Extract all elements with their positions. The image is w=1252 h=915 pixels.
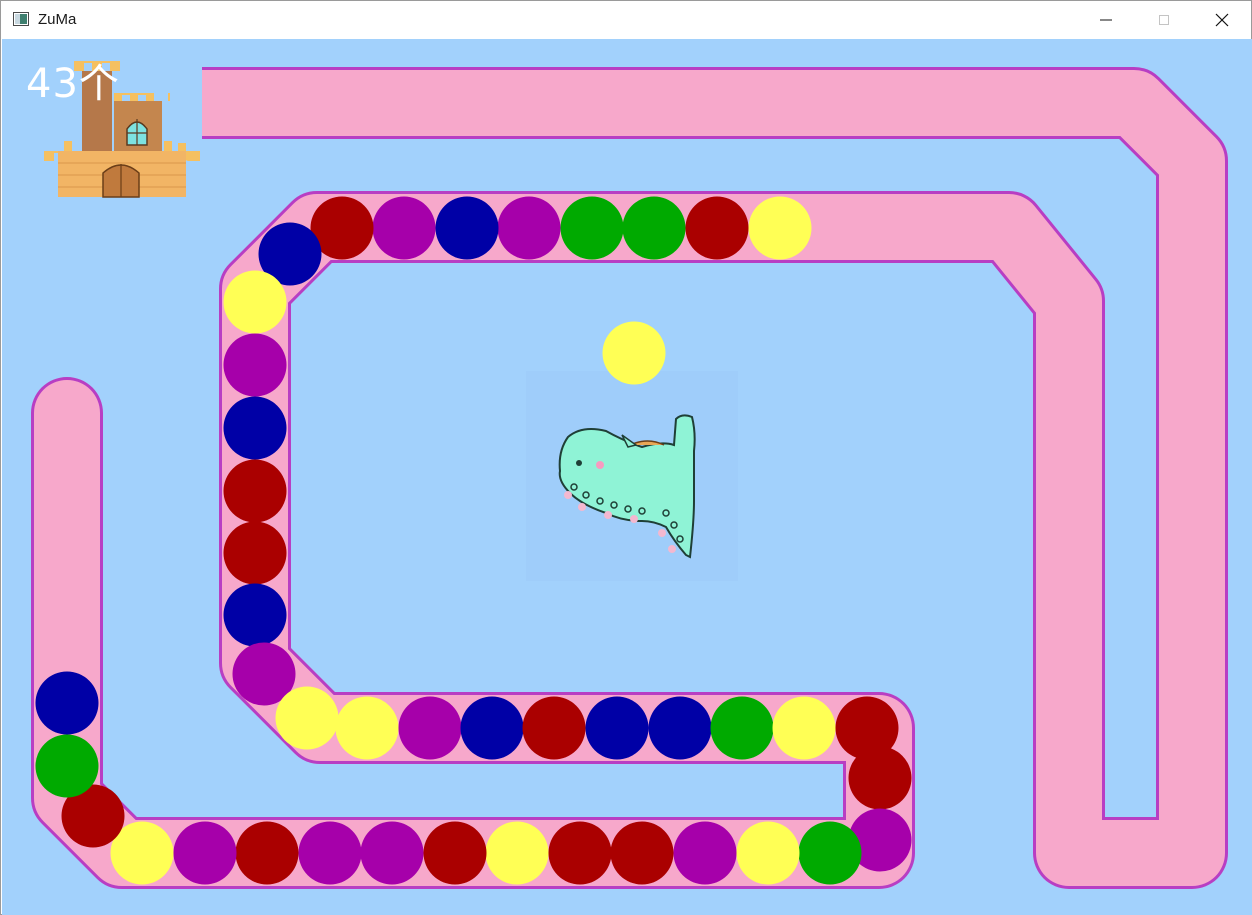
ball-purple (298, 821, 362, 885)
ball-blue (223, 583, 287, 647)
ball-red (548, 821, 612, 885)
ball-yellow (485, 821, 549, 885)
ball-purple (223, 333, 287, 397)
minimize-icon (1100, 19, 1112, 21)
game-window: ZuMa 43个 (0, 0, 1252, 915)
ball-yellow (223, 270, 287, 334)
ball-blue (35, 671, 99, 735)
ball-red (223, 459, 287, 523)
ball-purple (372, 196, 436, 260)
title-bar[interactable]: ZuMa (1, 1, 1251, 39)
ball-blue (435, 196, 499, 260)
ball-purple (673, 821, 737, 885)
ball-red (235, 821, 299, 885)
ball-yellow (736, 821, 800, 885)
ball-yellow (772, 696, 836, 760)
window-title: ZuMa (38, 11, 77, 28)
close-button[interactable] (1193, 1, 1251, 39)
shooter[interactable] (526, 371, 738, 581)
maximize-icon (1159, 15, 1169, 25)
maximize-button[interactable] (1135, 1, 1193, 39)
ball-red (423, 821, 487, 885)
ball-green (710, 696, 774, 760)
ball-red (610, 821, 674, 885)
remaining-balls-counter: 43个 (26, 61, 120, 107)
app-icon (13, 12, 29, 26)
ball-blue (223, 396, 287, 460)
ball-green (560, 196, 624, 260)
ball-red (223, 521, 287, 585)
ball-yellow (748, 196, 812, 260)
ball-green (35, 734, 99, 798)
close-icon (1215, 13, 1229, 27)
minimize-button[interactable] (1077, 1, 1135, 39)
ball-yellow (275, 686, 339, 750)
ball-green (798, 821, 862, 885)
ball-blue (460, 696, 524, 760)
ball-blue (648, 696, 712, 760)
ball-red (522, 696, 586, 760)
game-canvas[interactable] (2, 39, 1252, 915)
ball-purple (398, 696, 462, 760)
next-ball (602, 321, 666, 385)
ball-purple (173, 821, 237, 885)
ball-red (685, 196, 749, 260)
ball-red (848, 746, 912, 810)
ball-green (622, 196, 686, 260)
ball-purple (497, 196, 561, 260)
ball-purple (360, 821, 424, 885)
ball-yellow (335, 696, 399, 760)
ball-blue (585, 696, 649, 760)
